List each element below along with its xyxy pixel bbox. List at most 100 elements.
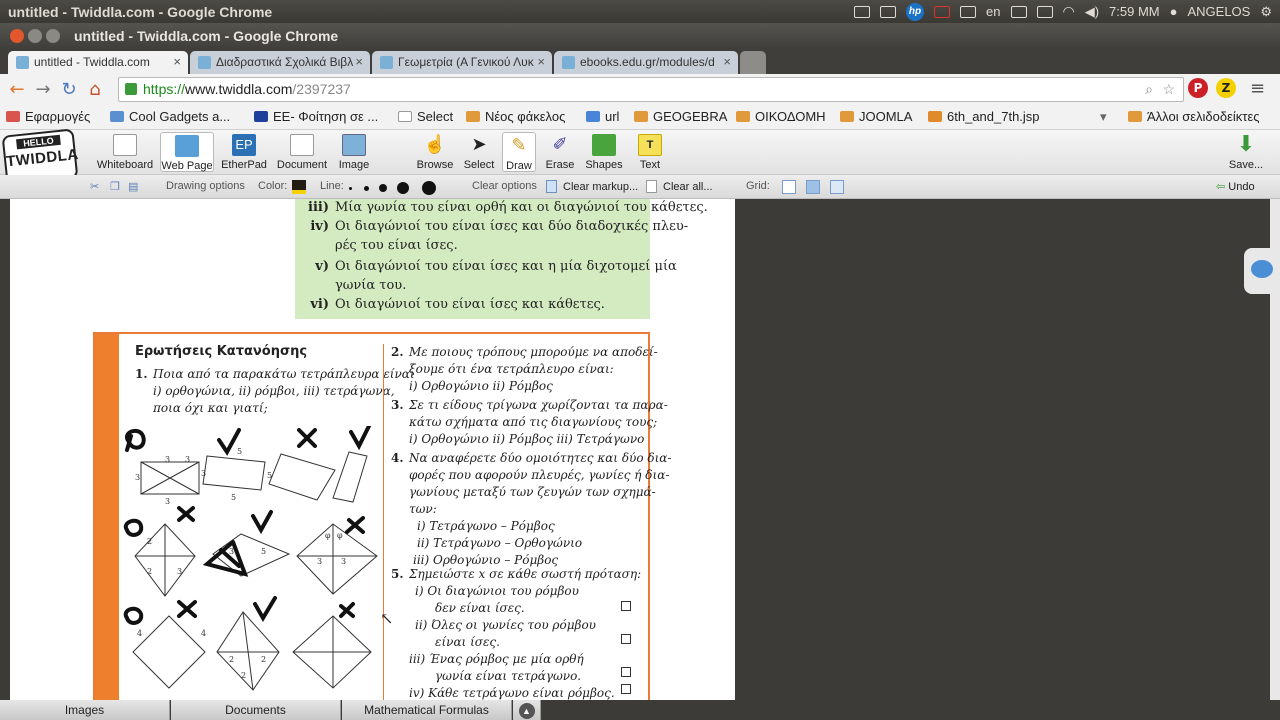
cut-icon[interactable]: ✂	[90, 180, 99, 193]
answer-checkbox-ii[interactable]	[621, 634, 631, 644]
chrome-menu-icon[interactable]: ≡	[1250, 78, 1265, 99]
color-swatch[interactable]	[292, 180, 306, 194]
battery-icon[interactable]	[1036, 5, 1053, 18]
copy-icon[interactable]: ❐	[110, 180, 120, 193]
minimize-window-button[interactable]	[28, 29, 42, 43]
clear-markup-icon	[546, 180, 557, 193]
svg-text:3: 3	[177, 567, 182, 576]
bookmark-6th-7th[interactable]: 6th_and_7th.jsp	[928, 109, 1040, 124]
shapes-button[interactable]: Shapes	[584, 134, 624, 171]
whiteboard-icon	[113, 134, 137, 156]
forward-icon[interactable]: →	[30, 79, 56, 100]
close-tab-icon[interactable]: ×	[723, 54, 731, 69]
text-button[interactable]: T Text	[634, 134, 666, 171]
web-page-view[interactable]: iii) Μία γωνία του είναι ορθή και οι διαγ…	[10, 199, 735, 700]
browse-button[interactable]: ☝ Browse	[414, 134, 456, 171]
undo-button[interactable]: ⇦ Undo	[1216, 180, 1255, 193]
user-icon[interactable]: ●	[1170, 4, 1178, 19]
clear-all-button[interactable]: Clear all...	[646, 180, 713, 193]
etherpad-button[interactable]: EP EtherPad	[220, 134, 268, 171]
answer-checkbox-i[interactable]	[621, 601, 631, 611]
svg-text:3: 3	[317, 557, 322, 566]
tab-ebooks-2[interactable]: ebooks.edu.gr/modules/d ×	[554, 51, 738, 74]
grid-fine-option[interactable]	[830, 180, 844, 194]
camera-icon[interactable]	[854, 5, 871, 18]
bookmark-geogebra[interactable]: GEOGEBRA	[634, 109, 727, 124]
bookmark-star-icon[interactable]: ☆	[1162, 78, 1175, 101]
grid-medium-option[interactable]	[806, 180, 820, 194]
bookmark-other[interactable]: Άλλοι σελιδοδείκτες	[1128, 109, 1260, 124]
bookmark-joomla[interactable]: JOOMLA	[840, 109, 912, 124]
bookmark-select[interactable]: Select	[398, 109, 453, 124]
settings-icon[interactable]: ⚙	[1260, 4, 1272, 20]
line-width-1[interactable]	[349, 187, 352, 190]
bookmark-cool-gadgets[interactable]: Cool Gadgets a...	[110, 109, 230, 124]
answer-checkbox-iv[interactable]	[621, 684, 631, 694]
clock[interactable]: 7:59 MM	[1109, 4, 1160, 19]
clear-markup-button[interactable]: Clear markup...	[546, 180, 638, 193]
maximize-window-button[interactable]	[46, 29, 60, 43]
tool-label: Document	[276, 159, 328, 171]
mathematical-formulas-tab[interactable]: Mathematical Formulas	[342, 700, 512, 720]
tool-label: Text	[639, 159, 661, 171]
pinterest-icon[interactable]: P	[1188, 78, 1208, 98]
tab-label: Διαδραστικά Σχολικά Βιβλ	[216, 55, 354, 69]
bookmark-oikodomi[interactable]: ΟΙΚΟΔΟΜΗ	[736, 109, 826, 124]
select-button[interactable]: ➤ Select	[460, 134, 498, 171]
document-button[interactable]: Document	[276, 134, 328, 171]
tab-ebooks-1[interactable]: Διαδραστικά Σχολικά Βιβλ ×	[190, 51, 370, 74]
keyboard-icon[interactable]	[960, 5, 977, 18]
bookmark-ee-foitisi[interactable]: ΕΕ- Φοίτηση σε ...	[254, 109, 378, 124]
back-icon[interactable]: ←	[4, 79, 30, 100]
handwritten-x-mark	[345, 516, 365, 534]
tab-geometry[interactable]: Γεωμετρία (Α Γενικού Λυκ ×	[372, 51, 552, 74]
mail-icon[interactable]	[1010, 5, 1027, 18]
zotero-icon[interactable]: Z	[1216, 78, 1236, 98]
line-width-3[interactable]	[379, 184, 387, 192]
paste-icon[interactable]: ▤	[128, 180, 138, 193]
exercises-box: ΑΣΚΗΣΕΙΣ ΓΙΑ ΛΥΣΗ Ερωτήσεις Κατανόησης 1…	[93, 332, 671, 700]
draw-button[interactable]: ✎ Draw	[502, 132, 536, 172]
volume-icon[interactable]: ◀)	[1085, 4, 1099, 20]
close-tab-icon[interactable]: ×	[537, 54, 545, 69]
logo-top-text: HELLO	[16, 134, 61, 150]
line-width-2[interactable]	[364, 186, 369, 191]
line-width-4[interactable]	[397, 182, 409, 194]
erase-button[interactable]: ✐ Erase	[542, 134, 578, 171]
keyboard-layout[interactable]: en	[986, 4, 1000, 19]
twiddla-canvas[interactable]: iii) Μία γωνία του είναι ορθή και οι διαγ…	[0, 199, 1280, 700]
user-name[interactable]: ANGELOS	[1187, 4, 1250, 19]
address-bar[interactable]: https://www.twiddla.com/2397237 ⌕ ☆	[118, 77, 1184, 102]
collapse-panel-button[interactable]: ▲	[513, 700, 541, 720]
tab-twiddla[interactable]: untitled - Twiddla.com ×	[8, 51, 188, 74]
reload-icon[interactable]: ↻	[56, 79, 82, 100]
bookmark-label: GEOGEBRA	[653, 109, 728, 124]
battery-red-icon[interactable]	[934, 5, 951, 18]
bookmark-apps[interactable]: Εφαρμογές	[6, 109, 90, 124]
image-button[interactable]: Image	[334, 134, 374, 171]
web-page-button[interactable]: Web Page	[160, 132, 214, 172]
save-button[interactable]: ⬇ Save...	[1226, 133, 1266, 172]
chat-speaker-button[interactable]	[1244, 248, 1280, 294]
search-icon[interactable]: ⌕	[1145, 78, 1153, 101]
wifi-icon[interactable]: ◠	[1063, 3, 1075, 20]
bookmark-new-folder[interactable]: Νέος φάκελος	[466, 109, 565, 124]
home-icon[interactable]: ⌂	[82, 79, 108, 100]
close-tab-icon[interactable]: ×	[173, 54, 181, 69]
grid-none-option[interactable]	[782, 180, 796, 194]
bookmark-label: Εφαρμογές	[25, 109, 91, 124]
documents-tab[interactable]: Documents	[171, 700, 341, 720]
images-tab[interactable]: Images	[0, 700, 170, 720]
line-label: Line:	[320, 180, 344, 192]
close-window-button[interactable]	[10, 29, 24, 43]
whiteboard-button[interactable]: Whiteboard	[96, 134, 154, 171]
line-width-5[interactable]	[422, 181, 436, 195]
bookmark-url[interactable]: url	[586, 109, 619, 124]
close-tab-icon[interactable]: ×	[355, 54, 363, 69]
bookmarks-overflow-icon[interactable]: ▾	[1100, 109, 1107, 125]
hp-icon[interactable]: hp	[906, 2, 925, 21]
new-tab-button[interactable]	[740, 51, 766, 74]
answer-checkbox-iii[interactable]	[621, 667, 631, 677]
text-icon: T	[638, 134, 662, 156]
monitor-icon[interactable]	[880, 5, 897, 18]
